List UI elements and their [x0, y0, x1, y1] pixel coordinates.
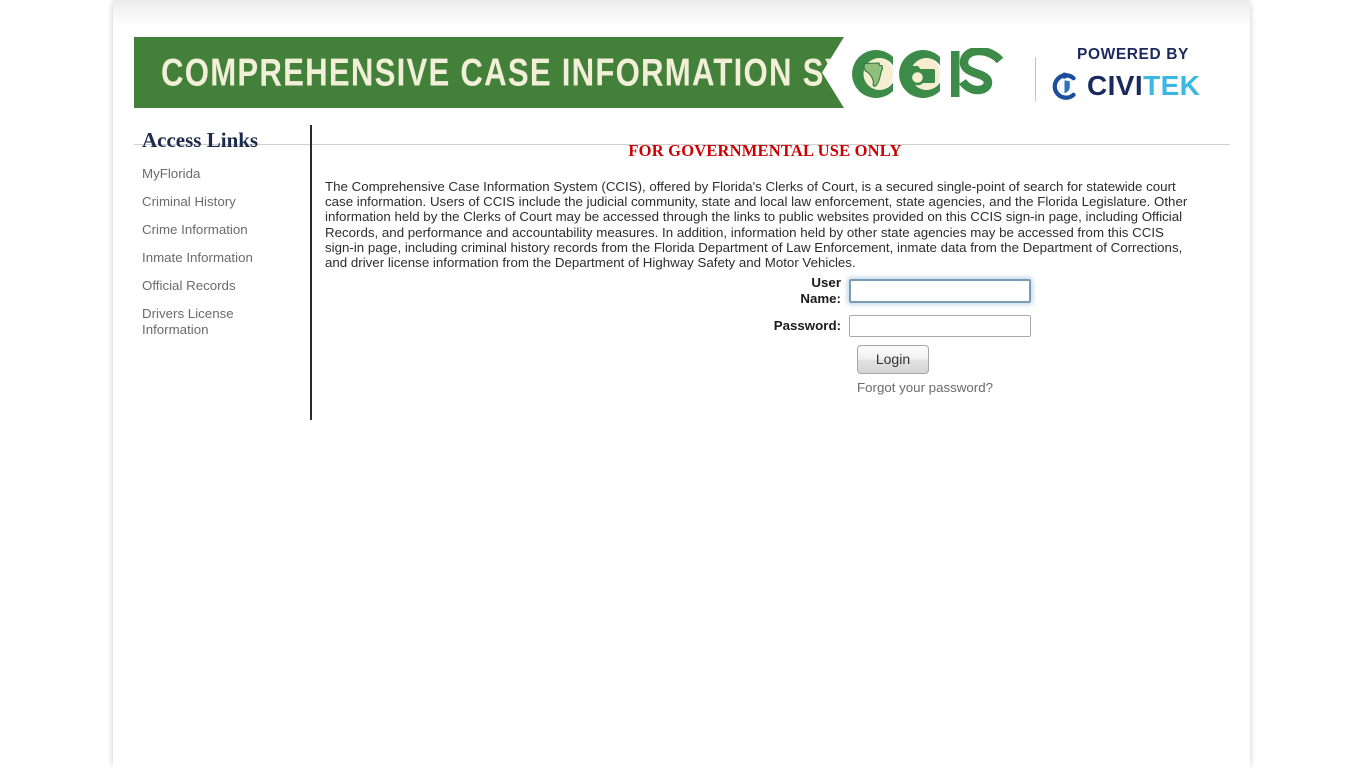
sidebar-item-inmate-information[interactable]: Inmate Information — [142, 250, 302, 266]
ccis-logo-i — [951, 51, 960, 97]
ccis-logo-s — [959, 46, 1004, 95]
civitek-mark-icon — [1049, 71, 1080, 102]
sidebar-item-criminal-history[interactable]: Criminal History — [142, 194, 302, 210]
sidebar-item-crime-information[interactable]: Crime Information — [142, 222, 302, 238]
forgot-password-link[interactable]: Forgot your password? — [857, 380, 1073, 396]
ccis-logo: CCIS — [847, 46, 1027, 100]
ccis-logo-c2 — [899, 50, 940, 98]
governmental-use-notice: FOR GOVERNMENTAL USE ONLY — [628, 141, 902, 160]
login-form: User Name: Password: Login Forgot your p… — [773, 275, 1073, 396]
content-container: COMPREHENSIVE CASE INFORMATION SYSTEM PO… — [113, 0, 1250, 768]
sidebar-item-drivers-license-information[interactable]: Drivers License Information — [142, 306, 234, 338]
title-banner: COMPREHENSIVE CASE INFORMATION SYSTEM — [134, 37, 844, 108]
sidebar-item-myflorida[interactable]: MyFlorida — [142, 166, 302, 182]
username-label: User Name: — [800, 275, 841, 306]
main-content: FOR GOVERNMENTAL USE ONLY The Comprehens… — [320, 128, 1210, 395]
ccis-logo-c1 — [852, 50, 893, 98]
sidebar-heading: Access Links — [142, 128, 259, 152]
logo-divider — [1035, 57, 1036, 101]
sidebar-divider — [310, 125, 312, 420]
password-label: Password: — [773, 318, 841, 333]
password-row: Password: — [773, 315, 1073, 337]
sidebar: Access Links MyFlorida Criminal History … — [142, 128, 302, 350]
username-row: User Name: — [773, 275, 1073, 307]
login-actions: Login Forgot your password? — [857, 345, 1073, 396]
powered-by-label: POWERED BY — [1077, 46, 1189, 63]
sidebar-item-official-records[interactable]: Official Records — [142, 278, 302, 294]
civitek-word-tek: TEK — [1143, 70, 1201, 101]
site-header: COMPREHENSIVE CASE INFORMATION SYSTEM PO… — [113, 26, 1250, 145]
civitek-word-civi: CIVI — [1087, 70, 1144, 101]
intro-paragraph: The Comprehensive Case Information Syste… — [325, 179, 1188, 271]
login-button[interactable]: Login — [857, 345, 929, 374]
top-gradient-strip — [113, 0, 1250, 26]
banner-title: COMPREHENSIVE CASE INFORMATION SYSTEM — [161, 51, 939, 94]
civitek-logo: POWERED BY CIVITEK — [1049, 46, 1214, 104]
username-input[interactable] — [849, 279, 1031, 303]
civitek-wordmark: CIVITEK — [1087, 71, 1200, 101]
password-input[interactable] — [849, 315, 1031, 337]
